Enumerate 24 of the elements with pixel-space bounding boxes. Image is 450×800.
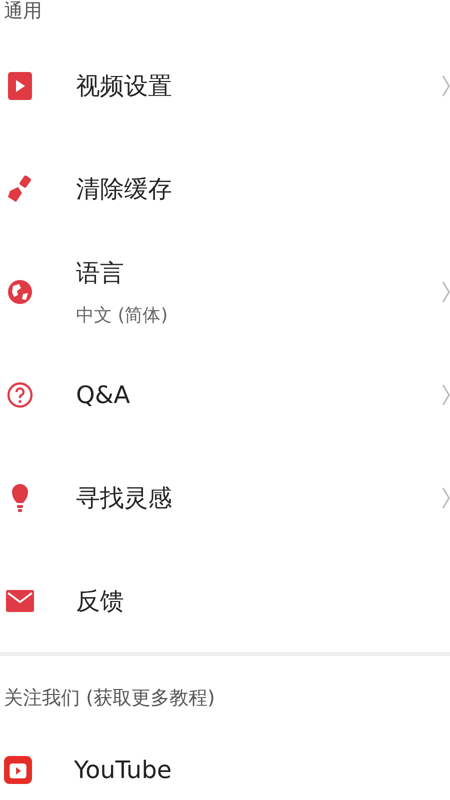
item-value: 中文 (简体) — [76, 304, 169, 326]
section-title: 通用 — [3, 0, 42, 22]
brush-icon — [6, 174, 34, 202]
play-icon — [8, 72, 32, 100]
settings-item[interactable]: 寻找灵感 — [0, 446, 450, 549]
item-label: 反馈 — [76, 586, 125, 616]
settings-item[interactable]: 清除缓存 — [0, 137, 450, 240]
item-label: Q&A — [76, 380, 132, 408]
question-icon — [7, 380, 33, 408]
section-title: 关注我们 (获取更多教程) — [3, 687, 215, 709]
item-label: 寻找灵感 — [76, 482, 173, 514]
globe-icon — [7, 278, 33, 304]
item-label: 视频设置 — [76, 70, 173, 102]
item-label: YouTube — [74, 756, 173, 784]
item-label: 清除缓存 — [76, 174, 173, 204]
item-label: 语言 — [76, 258, 125, 288]
settings-item[interactable]: 语言 中文 (简体) — [0, 240, 450, 343]
bulb-icon — [11, 482, 29, 512]
mail-icon — [6, 590, 34, 612]
settings-item[interactable]: Q&A — [0, 343, 450, 446]
settings-item[interactable]: 视频设置 — [0, 34, 450, 137]
settings-item[interactable]: 反馈 — [0, 549, 450, 652]
video-play-icon — [4, 755, 32, 785]
social-link[interactable]: YouTube — [0, 740, 450, 800]
